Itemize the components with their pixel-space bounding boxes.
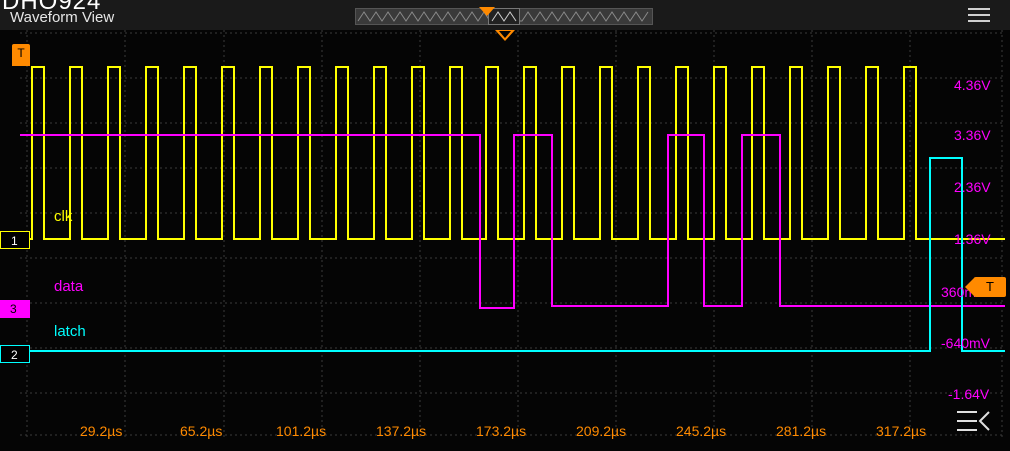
ch2-label: latch — [54, 323, 86, 340]
time-scale-label: 245.2µs — [676, 423, 727, 439]
vscale-label: -640mV — [941, 335, 991, 351]
waveform-view-title: Waveform View — [10, 9, 115, 26]
collapse-panel-icon[interactable] — [955, 408, 993, 434]
vscale-label: 4.36V — [954, 77, 991, 93]
trigger-position-marker-navigator — [479, 7, 495, 16]
time-scale-label: 281.2µs — [776, 423, 827, 439]
vscale-label: -1.64V — [948, 386, 990, 402]
trigger-level-tag[interactable]: T — [974, 277, 1006, 297]
time-scale-label: 173.2µs — [476, 423, 527, 439]
ch1-label: clk — [54, 208, 73, 225]
vscale-label: 3.36V — [954, 127, 991, 143]
ch2-offset-badge[interactable]: 2 — [0, 345, 30, 363]
vscale-label: 1.36V — [954, 231, 991, 247]
time-scale-label: 29.2µs — [80, 423, 123, 439]
hamburger-menu-icon[interactable] — [968, 8, 990, 24]
ch1-clk-trace — [20, 66, 1005, 240]
time-scale-label: 137.2µs — [376, 423, 427, 439]
ch1-offset-badge[interactable]: 1 — [0, 231, 30, 249]
trigger-position-marker-inner — [499, 31, 511, 38]
time-scale-label: 65.2µs — [180, 423, 223, 439]
oscilloscope-window: DHO924 Waveform View T 1 3 2 clk data la… — [0, 0, 1010, 451]
ch3-offset-badge[interactable]: 3 — [0, 300, 30, 318]
waveform-grid — [20, 30, 1005, 438]
vscale-label: 2.36V — [954, 179, 991, 195]
title-bar: DHO924 Waveform View — [0, 0, 1010, 30]
time-scale-label: 209.2µs — [576, 423, 627, 439]
time-scale-label: 317.2µs — [876, 423, 927, 439]
time-scale-label: 101.2µs — [276, 423, 327, 439]
ch3-data-trace — [20, 134, 1005, 309]
trigger-tag[interactable]: T — [12, 44, 30, 66]
ch3-label: data — [54, 278, 84, 295]
ch2-latch-trace — [20, 157, 1005, 352]
